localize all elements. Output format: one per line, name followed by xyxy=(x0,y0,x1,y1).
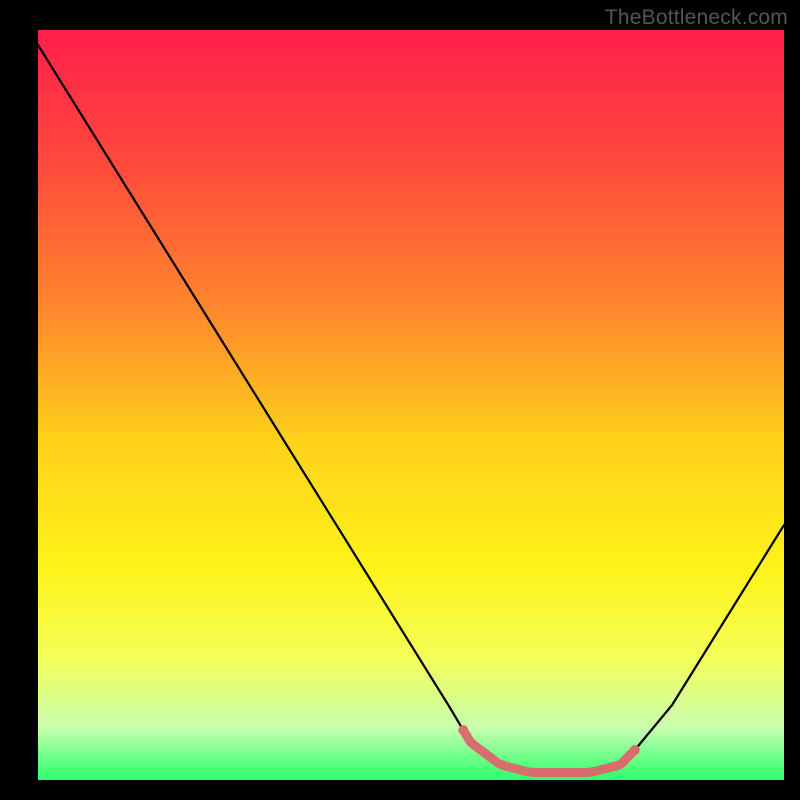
highlight-endpoint xyxy=(458,725,468,735)
highlight-endpoint xyxy=(630,745,640,755)
chart-plot xyxy=(0,0,800,800)
watermark-text: TheBottleneck.com xyxy=(605,6,788,30)
